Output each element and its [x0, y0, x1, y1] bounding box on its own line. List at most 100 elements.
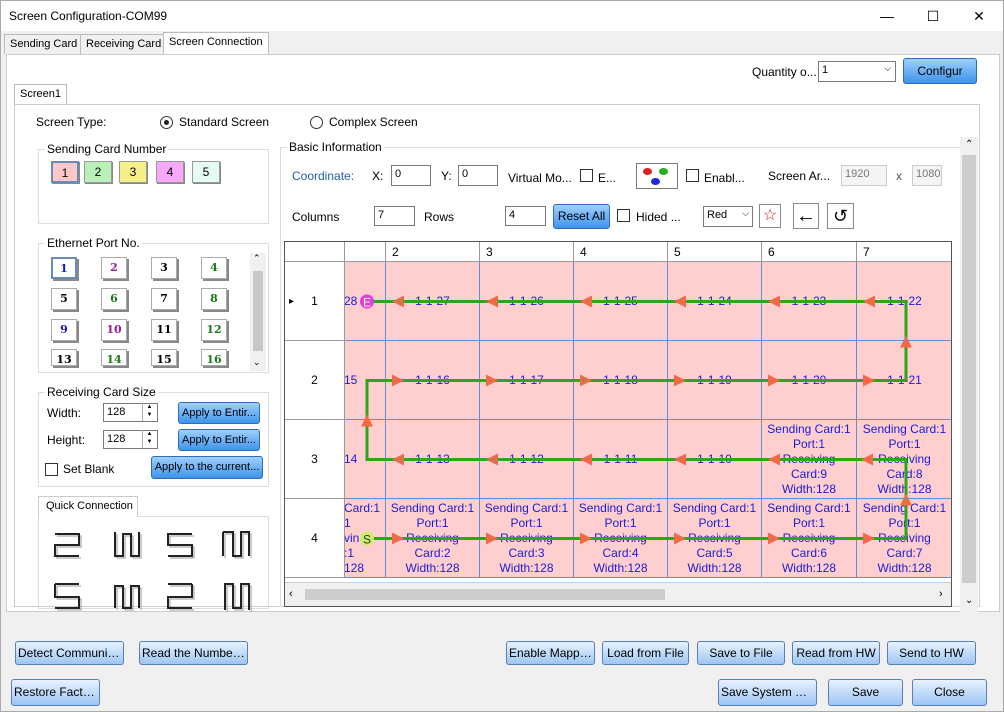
sending-card-3-button[interactable]: 3: [119, 161, 147, 183]
apply-entire-width-button[interactable]: Apply to Entir...: [178, 402, 260, 424]
reset-all-button[interactable]: Reset All: [553, 204, 610, 229]
scroll-down-icon[interactable]: ⌄: [253, 357, 261, 368]
minimize-button[interactable]: —: [864, 1, 910, 31]
hided-checkbox[interactable]: [617, 209, 630, 222]
height-spinner[interactable]: ▲ ▼: [142, 430, 156, 448]
save-button[interactable]: Save: [828, 679, 903, 706]
configure-button[interactable]: Configur: [903, 58, 977, 84]
tab-screen-connection[interactable]: Screen Connection: [163, 32, 269, 55]
scrollbar-thumb[interactable]: [253, 271, 263, 351]
close-window-button[interactable]: ✕: [956, 1, 1002, 31]
receiving-card-size-label: Receiving Card Size: [45, 385, 158, 399]
sending-card-4-button[interactable]: 4: [156, 161, 184, 183]
route-arrow-icon: [392, 453, 404, 466]
ethernet-port-11-button[interactable]: 11: [151, 319, 177, 341]
x-input[interactable]: 0: [391, 165, 431, 186]
undo-icon[interactable]: ↺: [827, 203, 854, 229]
tab-receiving-card[interactable]: Receiving Card: [80, 34, 168, 54]
quick-connection-pattern-1-icon[interactable]: [51, 528, 85, 562]
width-spinner[interactable]: ▲ ▼: [142, 403, 156, 421]
ethernet-port-5-button[interactable]: 5: [51, 288, 77, 310]
ethernet-port-7-button[interactable]: 7: [151, 288, 177, 310]
quick-connection-pattern-8-icon[interactable]: [219, 580, 253, 614]
restore-factory-button[interactable]: Restore Factor...: [11, 679, 100, 706]
title-bar: Screen Configuration-COM99 — ☐ ✕: [1, 1, 1003, 31]
route-arrow-icon: [486, 453, 498, 466]
ethernet-port-8-button[interactable]: 8: [201, 288, 227, 310]
e-checkbox[interactable]: [580, 169, 593, 182]
sending-card-5-button[interactable]: 5: [192, 161, 220, 183]
scroll-right-icon[interactable]: ›: [939, 588, 943, 600]
ethernet-port-9-button[interactable]: 9: [51, 319, 77, 341]
scroll-down-icon[interactable]: ⌄: [965, 595, 973, 606]
scroll-up-icon[interactable]: ⌃: [965, 139, 973, 150]
ethernet-port-14-button[interactable]: 14: [101, 349, 127, 366]
ethernet-port-2-button[interactable]: 2: [101, 257, 127, 279]
ethernet-port-13-button[interactable]: 13: [51, 349, 77, 366]
chevron-down-icon: ⌵: [742, 208, 749, 218]
save-to-file-button[interactable]: Save to File: [697, 641, 785, 665]
ethernet-port-1-button[interactable]: 1: [51, 257, 77, 279]
start-marker-label: S: [363, 533, 371, 547]
star-icon[interactable]: ☆: [759, 204, 781, 228]
tab-screen1[interactable]: Screen1: [14, 84, 67, 105]
apply-current-button[interactable]: Apply to the current...: [151, 456, 263, 479]
route-arrow-icon: [580, 374, 592, 387]
read-from-hw-button[interactable]: Read from HW: [792, 641, 880, 665]
columns-input[interactable]: 7: [374, 206, 415, 226]
quantity-select[interactable]: 1 ⌵: [818, 61, 896, 82]
sending-card-1-button[interactable]: 1: [51, 161, 79, 183]
detect-communication-button[interactable]: Detect Communic...: [15, 641, 124, 665]
tab-sending-card[interactable]: Sending Card: [4, 34, 84, 54]
scrollbar-thumb[interactable]: [305, 589, 665, 600]
close-button[interactable]: Close: [912, 679, 987, 706]
route-arrow-icon: [361, 414, 373, 427]
enable-checkbox[interactable]: [686, 169, 699, 182]
quick-connection-pattern-5-icon[interactable]: [51, 580, 85, 614]
ethernet-port-4-button[interactable]: 4: [201, 257, 227, 279]
ethernet-port-15-button[interactable]: 15: [151, 349, 177, 366]
color-select[interactable]: Red ⌵: [703, 206, 753, 227]
quick-connection-tab[interactable]: Quick Connection: [38, 496, 138, 517]
ethernet-port-16-button[interactable]: 16: [201, 349, 227, 366]
ethernet-port-12-button[interactable]: 12: [201, 319, 227, 341]
screen-area-height-input[interactable]: 1080: [912, 165, 942, 186]
quick-connection-pattern-2-icon[interactable]: [109, 528, 143, 562]
screen-area-width-input[interactable]: 1920: [841, 165, 887, 186]
ethernet-port-3-button[interactable]: 3: [151, 257, 177, 279]
ethernet-scrollbar[interactable]: ⌃ ⌄: [250, 253, 266, 371]
set-blank-checkbox[interactable]: [45, 463, 58, 476]
save-system-config-button[interactable]: Save System Co...: [718, 679, 817, 706]
route-arrow-icon: [392, 532, 404, 545]
read-number-button[interactable]: Read the Number...: [139, 641, 248, 665]
scroll-left-icon[interactable]: ‹: [289, 588, 293, 600]
apply-entire-height-button[interactable]: Apply to Entir...: [178, 429, 260, 451]
grid-horizontal-scrollbar[interactable]: ‹ ›: [285, 582, 951, 606]
quick-connection-pattern-3-icon[interactable]: [164, 528, 198, 562]
sending-card-2-button[interactable]: 2: [84, 161, 112, 183]
rows-input[interactable]: 4: [505, 206, 546, 226]
standard-screen-radio[interactable]: [160, 116, 173, 129]
quick-connection-pattern-7-icon[interactable]: [164, 580, 198, 614]
ethernet-port-6-button[interactable]: 6: [101, 288, 127, 310]
arrow-left-icon[interactable]: ←: [793, 203, 819, 229]
route-arrow-icon: [486, 374, 498, 387]
maximize-button[interactable]: ☐: [910, 1, 956, 31]
sending-card-number-label: Sending Card Number: [45, 142, 169, 156]
y-input[interactable]: 0: [458, 165, 498, 186]
quick-connection-pattern-6-icon[interactable]: [109, 580, 143, 614]
color-dots-icon[interactable]: [636, 163, 678, 189]
panel-vertical-scrollbar[interactable]: ⌃ ⌄: [960, 137, 978, 613]
route-arrow-icon: [768, 295, 780, 308]
enable-mapping-button[interactable]: Enable Mapping: [506, 641, 595, 665]
route-arrow-icon: [674, 374, 686, 387]
screen-grid[interactable]: 2 3 4 5 6 7 1 ▸ 28 1-1-27 1-1-26 1-1-25 1-1-24 1-1-23…: [284, 241, 952, 607]
scroll-up-icon[interactable]: ⌃: [253, 253, 261, 264]
send-to-hw-button[interactable]: Send to HW: [887, 641, 976, 665]
load-from-file-button[interactable]: Load from File: [602, 641, 689, 665]
complex-screen-radio[interactable]: [310, 116, 323, 129]
quick-connection-pattern-4-icon[interactable]: [219, 528, 253, 562]
route-arrow-icon: [392, 374, 404, 387]
scrollbar-thumb[interactable]: [962, 155, 976, 583]
ethernet-port-10-button[interactable]: 10: [101, 319, 127, 341]
